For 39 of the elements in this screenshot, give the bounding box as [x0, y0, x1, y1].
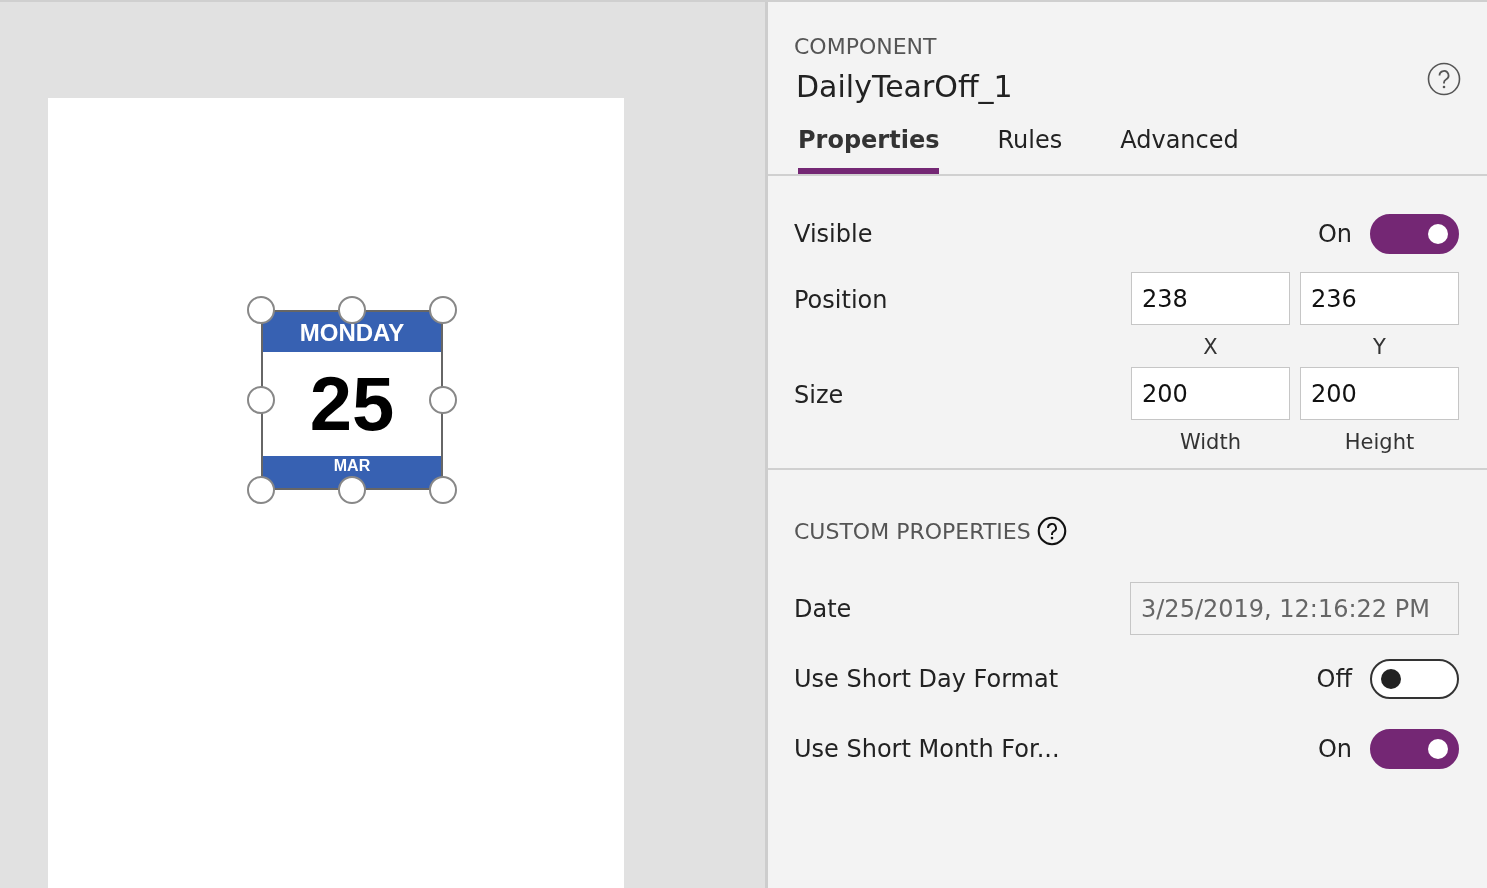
property-label: Position: [794, 286, 888, 314]
number-field[interactable]: 200: [1300, 367, 1459, 420]
property-label: Date: [794, 594, 852, 623]
property-label: Visible: [794, 220, 873, 248]
month-label: MAR: [263, 456, 441, 488]
number-field[interactable]: 200: [1131, 367, 1290, 420]
toggle-state: On: [1317, 220, 1352, 248]
help-icon[interactable]: [1427, 62, 1461, 96]
panel-heading: COMPONENT: [794, 34, 938, 59]
property-label: Use Short Month For...: [794, 735, 1060, 763]
resize-handle[interactable]: [247, 476, 275, 504]
resize-handle[interactable]: [338, 296, 366, 324]
number-field[interactable]: 236: [1300, 272, 1459, 325]
field-caption: Y: [1373, 334, 1386, 361]
field-caption: Height: [1344, 429, 1415, 456]
resize-handle[interactable]: [247, 386, 275, 414]
number-field[interactable]: 238: [1131, 272, 1290, 325]
section-heading: CUSTOM PROPERTIES: [794, 518, 1031, 544]
field-caption: Width: [1180, 429, 1241, 456]
toggle-switch[interactable]: [1370, 659, 1459, 699]
tab[interactable]: Rules: [997, 126, 1063, 174]
resize-handle[interactable]: [429, 386, 457, 414]
resize-handle[interactable]: [429, 476, 457, 504]
resize-handle[interactable]: [247, 296, 275, 324]
property-label: Size: [794, 381, 844, 409]
toggle-state: Off: [1316, 665, 1352, 693]
resize-handle[interactable]: [338, 476, 366, 504]
day-label: MONDAY: [263, 312, 441, 352]
help-icon[interactable]: [1036, 516, 1067, 546]
date-number: 25: [308, 360, 396, 448]
component-name: DailyTearOff_1: [796, 69, 1013, 104]
property-label: Use Short Day Format: [794, 665, 1059, 693]
resize-handle[interactable]: [429, 296, 457, 324]
toggle-switch[interactable]: [1370, 214, 1459, 254]
field-caption: X: [1203, 334, 1218, 361]
tab[interactable]: Advanced: [1120, 126, 1239, 174]
toggle-switch[interactable]: [1370, 729, 1459, 769]
tab[interactable]: Properties: [798, 126, 940, 174]
toggle-state: On: [1317, 735, 1352, 763]
